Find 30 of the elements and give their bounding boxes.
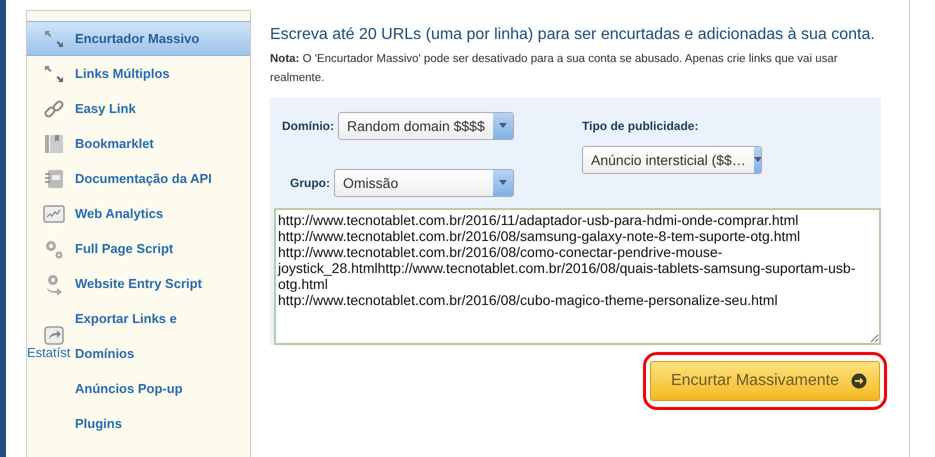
instruction-heading: Escreva até 20 URLs (uma por linha) para ser encurtadas e adicionadas à sua conta. [270, 25, 876, 45]
dropdown-arrow-icon [754, 157, 761, 163]
chart-icon [43, 202, 65, 224]
sidebar-item[interactable]: Exportar Links e Estatíst Domínios [27, 301, 250, 371]
shorten-button[interactable]: Encurtar Massivamente [650, 361, 880, 401]
dropdown-arrow-icon [499, 123, 507, 129]
arrow-right-icon [851, 373, 867, 389]
field-label: Domínio: [282, 118, 334, 135]
dropdown-arrow-icon [499, 180, 507, 186]
sidebar-item[interactable]: Website Entry Script [27, 266, 250, 301]
notebook-icon [43, 168, 65, 190]
sidebar-item[interactable]: Bookmarklet [27, 126, 250, 161]
sidebar-item-label: Estatíst [27, 345, 70, 361]
export-icon [43, 325, 65, 347]
sidebar-item[interactable]: Documentação da API [27, 161, 250, 196]
sidebar-item[interactable]: Easy Link [27, 91, 250, 126]
sidebar-item[interactable]: Anúncios Pop-up [27, 371, 250, 406]
sidebar-item[interactable]: Links Múltiplos [27, 56, 250, 91]
dropdown[interactable]: Omissão [334, 169, 514, 197]
dropdown[interactable]: Random domain $$$$ [338, 112, 514, 140]
link-icon [43, 98, 65, 120]
url-input-area[interactable]: http://www.tecnotablet.com.br/2016/11/adaptador-usb-para-hdmi-onde-comprar.html http://www.tecnotablet.com.br/2016/08/samsung-galaxy-note-8-tem-suporte-otg.html http://www.tecnotablet.com.br/2016/08/como-conectar-pendrive-mouse-joystick_28.htmlhttp://www.tecnotablet.com.br/2016/08/quais-tablets-samsung-suportam-usb-otg.html http://www.tecnotablet.com.br/2016/08/cubo-magico-theme-personalize-seu.html [274, 208, 881, 345]
sidebar-item[interactable]: Plugins [27, 406, 250, 441]
dropdown[interactable]: Anúncio intersticial ($$… [582, 146, 762, 174]
note-text: Nota: O 'Encurtador Massivo' pode ser desativado para a sua conta se abusado. Apenas crie links que vai usar realmente. [270, 52, 839, 86]
sidebar-item[interactable]: Web Analytics [27, 196, 250, 231]
bookmark-icon [43, 132, 65, 154]
field-label: Tipo de publicidade: [582, 118, 698, 135]
field-label: Grupo: [290, 175, 330, 192]
sidebar-item[interactable]: Full Page Script [27, 231, 250, 266]
